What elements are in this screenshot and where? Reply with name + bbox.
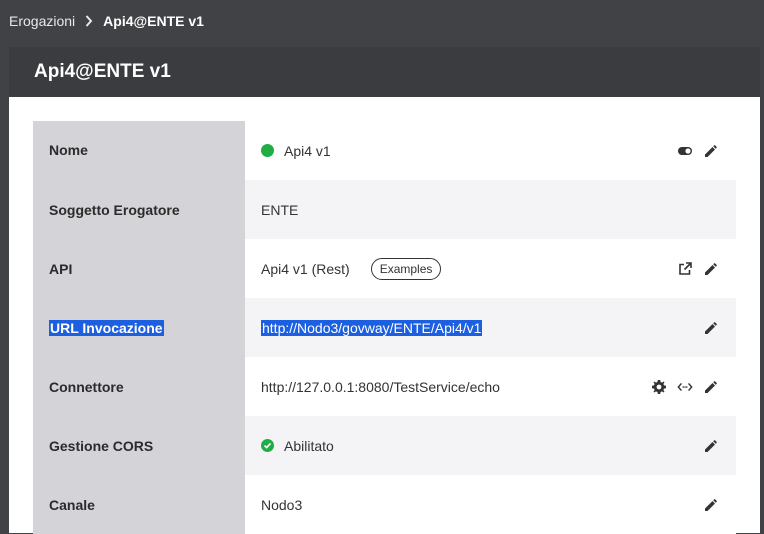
check-circle-icon [261,439,274,452]
value-api: Api4 v1 (Rest) [261,260,350,277]
row-nome: Nome Api4 v1 [33,121,736,180]
row-label-canale: Canale [49,497,95,513]
gear-icon[interactable] [651,379,667,395]
panel-header: Api4@ENTE v1 [9,47,760,97]
value-cell: Abilitato [245,416,736,475]
value-cell: http://Nodo3/govway/ENTE/Api4/v1 [245,298,736,357]
label-cell: Soggetto Erogatore [33,180,245,239]
page-title: Api4@ENTE v1 [34,61,171,82]
label-cell: API [33,239,245,298]
edit-icon[interactable] [703,320,719,336]
code-icon[interactable] [677,379,693,395]
properties-table: Nome Api4 v1 Soggetto Erogatore ENTE API… [33,121,736,534]
label-cell: URL Invocazione [33,298,245,357]
value-soggetto: ENTE [261,201,299,218]
value-nome: Api4 v1 [284,142,331,159]
row-actions [703,475,719,534]
value-cell: http://127.0.0.1:8080/TestService/echo [245,357,736,416]
value-url: http://Nodo3/govway/ENTE/Api4/v1 [261,319,483,336]
edit-icon[interactable] [703,379,719,395]
examples-badge[interactable]: Examples [370,257,442,280]
row-label-api: API [49,261,73,277]
edit-icon[interactable] [703,261,719,277]
row-gestione-cors: Gestione CORS Abilitato [33,416,736,475]
status-active-icon [261,144,274,157]
value-connettore: http://127.0.0.1:8080/TestService/echo [261,378,500,395]
label-cell: Canale [33,475,245,534]
chevron-right-icon [85,15,93,27]
row-label-url: URL Invocazione [49,320,164,336]
row-label-nome: Nome [49,142,88,158]
value-cell: ENTE [245,180,736,239]
edit-icon[interactable] [703,497,719,513]
edit-icon[interactable] [703,143,719,159]
row-label-cors: Gestione CORS [49,438,154,454]
row-actions [703,416,719,475]
row-label-soggetto: Soggetto Erogatore [49,202,180,218]
row-canale: Canale Nodo3 [33,475,736,534]
detail-panel: Api4@ENTE v1 Nome Api4 v1 Soggetto Eroga… [9,47,760,534]
row-actions [677,121,719,180]
row-actions [651,357,719,416]
value-cell: Api4 v1 [245,121,736,180]
row-url-invocazione: URL Invocazione http://Nodo3/govway/ENTE… [33,298,736,357]
value-cell: Api4 v1 (Rest) Examples [245,239,736,298]
row-actions [703,298,719,357]
label-cell: Connettore [33,357,245,416]
breadcrumb-current: Api4@ENTE v1 [103,13,204,29]
external-link-icon[interactable] [677,261,693,277]
toggle-icon[interactable] [677,143,693,159]
label-cell: Nome [33,121,245,180]
breadcrumb-erogazioni-link[interactable]: Erogazioni [9,13,75,29]
value-cors: Abilitato [284,437,334,454]
value-canale: Nodo3 [261,496,303,513]
value-cell: Nodo3 [245,475,736,534]
row-soggetto-erogatore: Soggetto Erogatore ENTE [33,180,736,239]
row-connettore: Connettore http://127.0.0.1:8080/TestSer… [33,357,736,416]
breadcrumb: Erogazioni Api4@ENTE v1 [9,0,204,42]
edit-icon[interactable] [703,438,719,454]
row-label-connettore: Connettore [49,379,124,395]
row-actions [677,239,719,298]
row-api: API Api4 v1 (Rest) Examples [33,239,736,298]
label-cell: Gestione CORS [33,416,245,475]
